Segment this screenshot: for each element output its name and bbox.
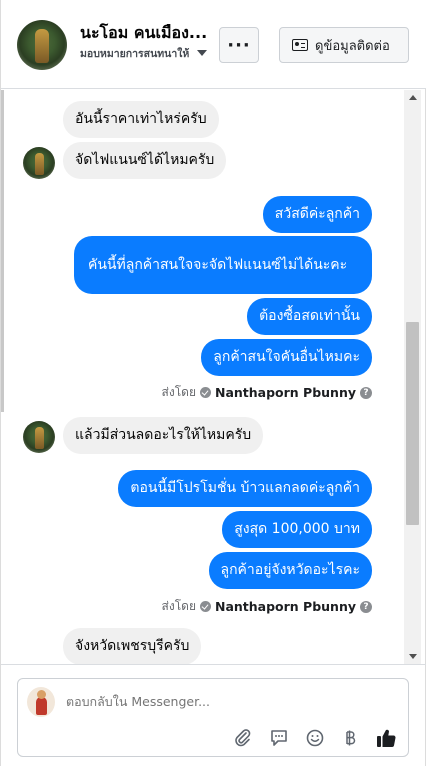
incoming-message: จังหวัดเพชรบุรีครับ (63, 628, 202, 665)
contact-card-icon (292, 39, 308, 51)
outgoing-message: สูงสุด 100,000 บาท (222, 511, 372, 548)
sender-avatar (23, 421, 55, 453)
verified-check-icon (199, 601, 211, 612)
attach-icon[interactable] (231, 726, 255, 750)
sent-by-info: ส่งโดย Nanthaporn Pbunny ? (162, 383, 372, 402)
emoji-icon[interactable] (303, 726, 327, 750)
help-icon[interactable]: ? (360, 600, 372, 613)
view-contact-label: ดูข้อมูลติดต่อ (315, 38, 390, 54)
outgoing-message: สวัสดีค่ะลูกค้า (262, 196, 372, 233)
sent-by-name[interactable]: Nanthaporn Pbunny (215, 385, 356, 400)
contact-avatar[interactable] (17, 20, 67, 70)
saved-reply-icon[interactable] (267, 726, 291, 750)
assign-conversation-label[interactable]: มอบหมายการสนทนาให้ (80, 45, 189, 62)
scroll-down-arrow-icon[interactable] (409, 654, 417, 659)
sent-by-prefix: ส่งโดย (161, 385, 196, 399)
outgoing-message: ต้องซื้อสดเท่านั้น (247, 298, 372, 335)
composer-toolbar (18, 726, 410, 750)
help-icon[interactable]: ? (360, 386, 372, 399)
like-icon[interactable] (374, 726, 398, 750)
more-options-button[interactable]: ··· (219, 27, 259, 63)
outgoing-message: ลูกค้าสนใจคันอื่นไหมคะ (201, 339, 372, 376)
contact-name[interactable]: นะโอม คนเมือง... (80, 21, 232, 46)
reply-input[interactable] (66, 694, 366, 709)
view-contact-button[interactable]: ดูข้อมูลติดต่อ (279, 27, 409, 63)
verified-check-icon (199, 387, 211, 398)
chevron-down-icon[interactable] (197, 50, 207, 56)
incoming-message: จัดไฟแนนซ์ได้ไหมครับ (63, 142, 227, 179)
outgoing-message: ตอนนี้มีโปรโมชั่น บ้าวแลกลดค่ะลูกค้า (118, 470, 372, 507)
scrollbar-thumb[interactable] (406, 322, 419, 525)
left-divider (1, 90, 4, 412)
messenger-panel: นะโอม คนเมือง... มอบหมายการสนทนาให้ ··· … (0, 0, 426, 766)
outgoing-message: คันนี้ที่ลูกค้าสนใจจะจัดไฟแนนซ์ไม่ได้นะค… (74, 236, 372, 294)
thread-scrollbar[interactable] (404, 90, 421, 664)
outgoing-message: ลูกค้าอยู่จังหวัดอะไรคะ (208, 552, 372, 589)
sent-by-info: ส่งโดย Nanthaporn Pbunny ? (162, 597, 372, 616)
composer-divider (1, 664, 426, 665)
page-avatar (27, 687, 55, 717)
scroll-up-arrow-icon[interactable] (409, 95, 417, 100)
conversation-header: นะโอม คนเมือง... มอบหมายการสนทนาให้ ··· … (1, 0, 426, 89)
reply-composer (17, 678, 409, 757)
sent-by-name[interactable]: Nanthaporn Pbunny (215, 599, 356, 614)
incoming-message: แล้วมีส่วนลดอะไรให้ไหมครับ (63, 417, 264, 454)
sent-by-prefix: ส่งโดย (161, 599, 196, 613)
sender-avatar (23, 147, 55, 179)
incoming-message: อันนี้ราคาเท่าไหร่ครับ (63, 101, 219, 138)
baht-icon[interactable] (338, 726, 362, 750)
